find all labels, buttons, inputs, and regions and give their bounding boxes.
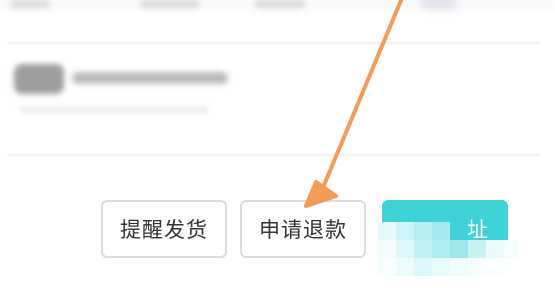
remind-shipping-label: 提醒发货 [120,218,208,242]
blurred-product-title [72,72,228,84]
blurred-product-row[interactable] [14,64,514,128]
blurred-product-subtitle [20,106,208,113]
divider [8,154,540,156]
apply-refund-label: 申请退款 [259,218,347,242]
order-detail-screen: 提醒发货 申请退款 址 [0,0,555,307]
mosaic-overlay [378,222,518,276]
blurred-header-strip [0,0,555,10]
apply-refund-button[interactable]: 申请退款 [240,200,366,258]
divider [8,42,540,44]
remind-shipping-button[interactable]: 提醒发货 [101,200,227,258]
blurred-avatar [420,0,458,10]
product-thumbnail [14,64,64,94]
